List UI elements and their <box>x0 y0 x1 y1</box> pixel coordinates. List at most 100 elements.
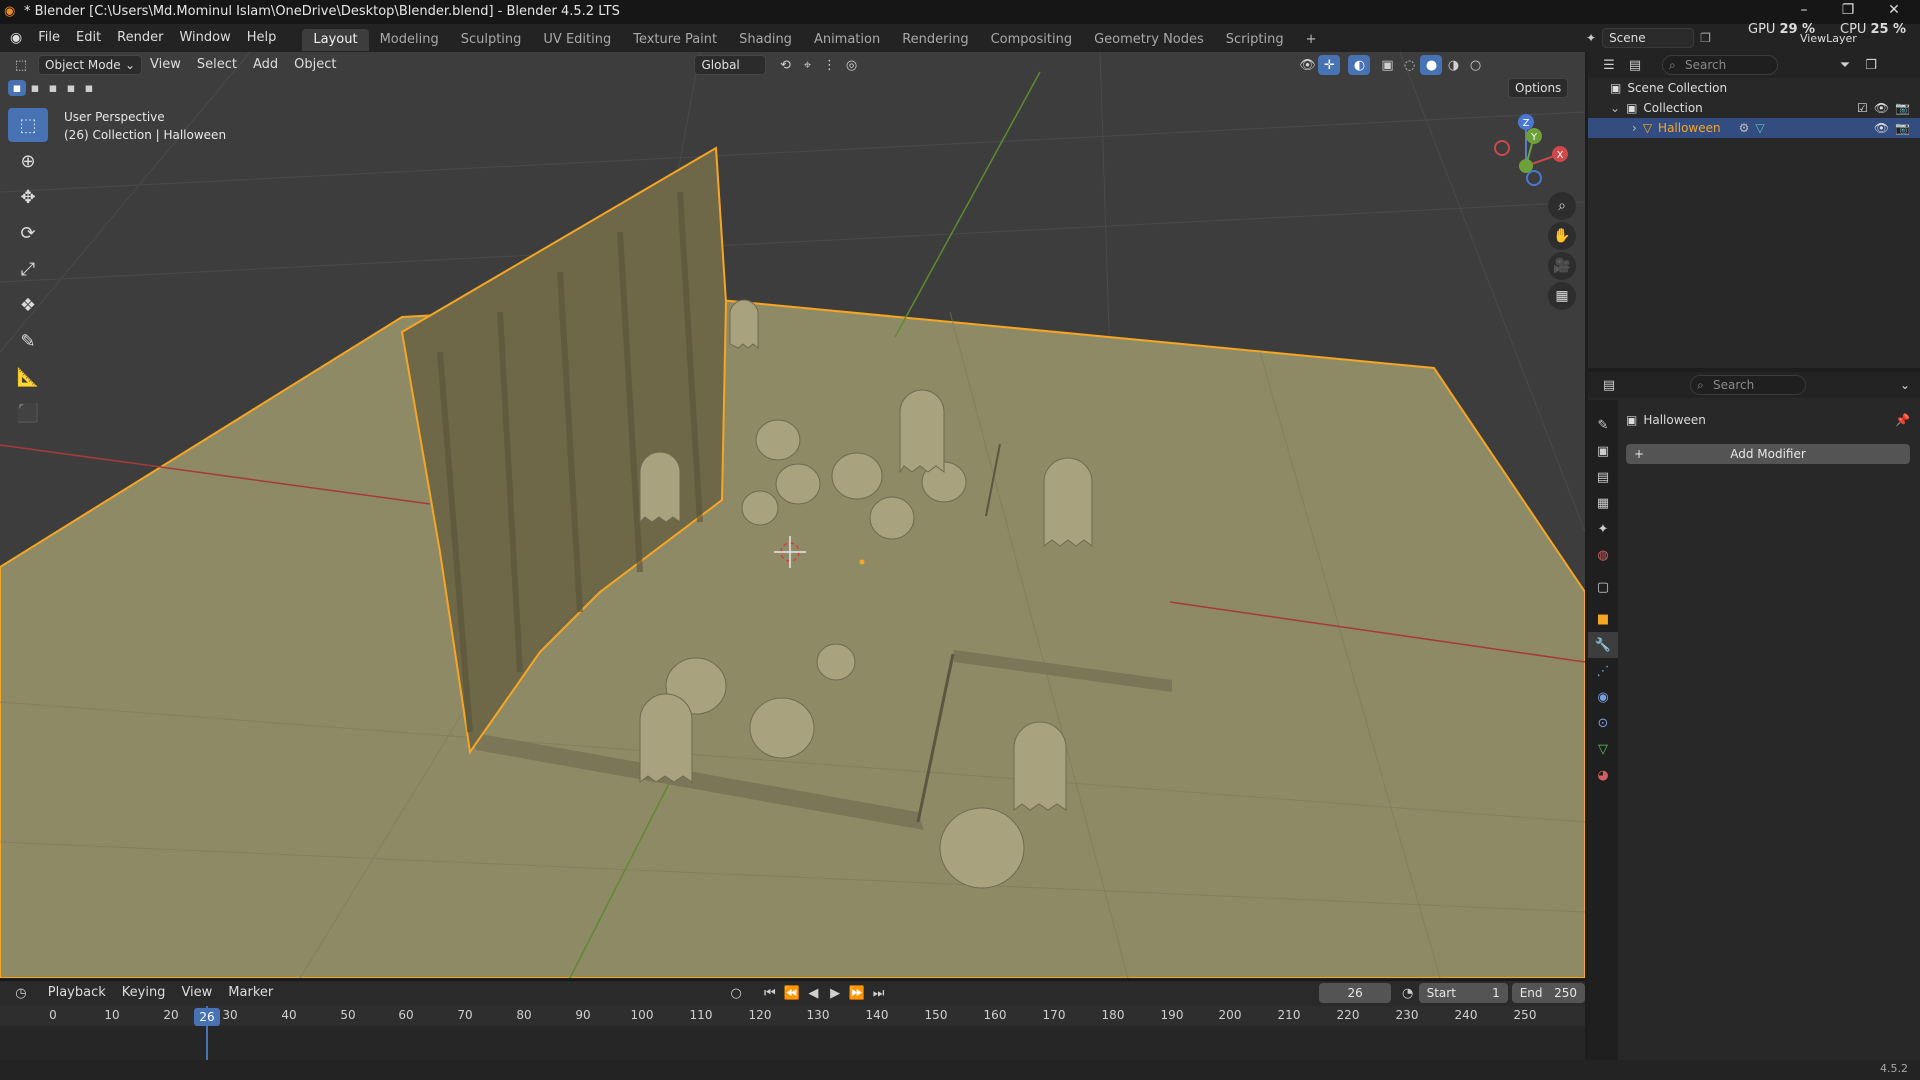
tab-geometry-nodes[interactable]: Geometry Nodes <box>1083 29 1215 51</box>
select-extend-icon[interactable]: ▪ <box>26 80 44 96</box>
tab-uv-editing[interactable]: UV Editing <box>532 29 622 51</box>
new-collection-icon[interactable]: ❐ <box>1860 55 1882 75</box>
visibility-eye-icon[interactable]: 👁 <box>1874 118 1889 138</box>
new-scene-icon[interactable]: ❐ <box>1700 31 1711 45</box>
timeline-editor-type-icon[interactable]: ◷ <box>10 983 32 1003</box>
viewport-menu-object[interactable]: Object <box>286 52 344 78</box>
tab-modeling[interactable]: Modeling <box>369 29 450 51</box>
cursor-tool-icon[interactable]: ⊕ <box>8 144 48 178</box>
select-new-icon[interactable]: ▪ <box>8 80 26 96</box>
timeline-ruler[interactable]: 0 10 20 30 40 50 60 70 80 90 100 110 120… <box>0 1006 1585 1026</box>
scene-name[interactable]: Scene <box>1602 28 1695 48</box>
snap-icon[interactable]: ⌖ <box>796 55 818 75</box>
pin-icon[interactable]: 📌 <box>1895 413 1910 427</box>
outliner-row-halloween[interactable]: › ▽ Halloween ⚙ ▽ 👁 📷 <box>1588 118 1920 138</box>
object-tab-icon[interactable]: ■ <box>1588 606 1618 632</box>
rendered-shading-icon[interactable]: ○ <box>1464 55 1486 75</box>
render-tab-icon[interactable]: ▣ <box>1588 438 1618 464</box>
pivot-icon[interactable]: ⟲ <box>774 55 796 75</box>
menu-render[interactable]: Render <box>109 24 171 52</box>
jump-start-icon[interactable]: ⏮ <box>759 983 781 1003</box>
move-tool-icon[interactable]: ✥ <box>8 180 48 214</box>
outliner-row-scene-collection[interactable]: ▣ Scene Collection <box>1588 78 1920 98</box>
tab-compositing[interactable]: Compositing <box>980 29 1084 51</box>
select-box-tool-icon[interactable]: ⬚ <box>8 108 48 142</box>
timeline-menu-keying[interactable]: Keying <box>114 980 174 1006</box>
expand-chevron-icon[interactable]: ⌄ <box>1610 98 1620 118</box>
menu-edit[interactable]: Edit <box>68 24 109 52</box>
tab-texture-paint[interactable]: Texture Paint <box>622 29 728 51</box>
output-tab-icon[interactable]: ▤ <box>1588 464 1618 490</box>
ground-plane[interactable] <box>0 298 1585 978</box>
world-tab-icon[interactable]: ◍ <box>1588 542 1618 568</box>
solid-shading-icon[interactable]: ● <box>1420 55 1443 75</box>
overlays-icon[interactable]: ◐ <box>1348 55 1371 75</box>
viewport-3d[interactable] <box>0 52 1585 978</box>
add-workspace-icon[interactable]: + <box>1295 29 1328 51</box>
properties-search-input[interactable]: ⌕ Search <box>1690 375 1806 395</box>
outliner-row-collection[interactable]: ⌄ ▣ Collection ☑ 👁 📷 <box>1588 98 1920 118</box>
pan-hand-icon[interactable]: ✋ <box>1548 222 1576 250</box>
physics-tab-icon[interactable]: ◉ <box>1588 684 1618 710</box>
tab-scripting[interactable]: Scripting <box>1215 29 1295 51</box>
options-button[interactable]: Options <box>1508 78 1569 98</box>
camera-view-icon[interactable]: 🎥 <box>1548 252 1576 280</box>
play-reverse-icon[interactable]: ◀ <box>802 983 824 1003</box>
outliner-search-input[interactable]: ⌕ Search <box>1662 55 1778 75</box>
viewport-menu-add[interactable]: Add <box>245 52 286 78</box>
next-keyframe-icon[interactable]: ⏩ <box>846 983 868 1003</box>
view-layer-name[interactable]: ViewLayer <box>1800 32 1857 45</box>
timeline-menu-playback[interactable]: Playback <box>40 980 114 1006</box>
viewport-menu-view[interactable]: View <box>142 52 189 78</box>
visibility-eye-icon[interactable]: 👁 <box>1874 98 1889 118</box>
select-intersect-icon[interactable]: ▪ <box>80 80 98 96</box>
tab-shading[interactable]: Shading <box>728 29 803 51</box>
jump-end-icon[interactable]: ⏭ <box>868 983 890 1003</box>
material-shading-icon[interactable]: ◑ <box>1442 55 1464 75</box>
timeline-menu-view[interactable]: View <box>173 980 220 1006</box>
outliner-editor-type-icon[interactable]: ☰ <box>1598 55 1620 75</box>
zoom-icon[interactable]: ⌕ <box>1548 192 1576 220</box>
data-tab-icon[interactable]: ▽ <box>1588 736 1618 762</box>
scale-tool-icon[interactable]: ⤢ <box>8 252 48 286</box>
orientation-dropdown[interactable]: Global <box>694 55 767 75</box>
material-tab-icon[interactable]: ◕ <box>1588 762 1618 788</box>
filter-icon[interactable]: ⏷ <box>1834 55 1856 75</box>
tab-animation[interactable]: Animation <box>803 29 891 51</box>
minimize-icon[interactable]: – <box>1784 2 1824 22</box>
navigation-gizmo[interactable]: Z Y X <box>1490 110 1570 194</box>
properties-editor-type-icon[interactable]: ▤ <box>1598 375 1620 395</box>
gizmo-toggle-icon[interactable]: ✛ <box>1318 55 1341 75</box>
restore-icon[interactable]: ❐ <box>1828 2 1868 22</box>
timeline-track[interactable] <box>0 1026 1585 1060</box>
constraints-tab-icon[interactable]: ⊙ <box>1588 710 1618 736</box>
annotate-tool-icon[interactable]: ✎ <box>8 324 48 358</box>
editor-type-icon[interactable]: ⬚ <box>10 55 32 75</box>
playhead-frame-label[interactable]: 26 <box>194 1008 220 1026</box>
add-modifier-button[interactable]: + Add Modifier <box>1626 444 1910 464</box>
select-invert-icon[interactable]: ▪ <box>62 80 80 96</box>
menu-window[interactable]: Window <box>171 24 238 52</box>
play-icon[interactable]: ▶ <box>824 983 846 1003</box>
render-camera-icon[interactable]: 📷 <box>1895 118 1910 138</box>
frame-range-clock-icon[interactable]: ◔ <box>1397 983 1419 1003</box>
particles-tab-icon[interactable]: ⋰ <box>1588 658 1618 684</box>
start-frame-field[interactable]: Start 1 <box>1418 983 1508 1003</box>
viewport-menu-select[interactable]: Select <box>189 52 245 78</box>
chevron-down-icon[interactable]: ⌄ <box>1900 378 1910 392</box>
xray-icon[interactable]: ▣ <box>1376 55 1398 75</box>
menu-help[interactable]: Help <box>239 24 285 52</box>
proportional-edit-icon[interactable]: ◎ <box>840 55 862 75</box>
scene-selector[interactable]: ✦ Scene ❐ <box>1586 26 1711 50</box>
tab-rendering[interactable]: Rendering <box>891 29 979 51</box>
add-cube-tool-icon[interactable]: ⬛ <box>8 396 48 430</box>
mode-dropdown[interactable]: Object Mode ⌄ <box>38 55 142 75</box>
prev-keyframe-icon[interactable]: ⏪ <box>781 983 803 1003</box>
select-subtract-icon[interactable]: ▪ <box>44 80 62 96</box>
scene-tab-icon[interactable]: ✦ <box>1588 516 1618 542</box>
wireframe-shading-icon[interactable]: ◌ <box>1398 55 1420 75</box>
current-frame-field[interactable]: 26 <box>1319 983 1391 1003</box>
tab-layout[interactable]: Layout <box>302 28 369 51</box>
ortho-toggle-icon[interactable]: ▦ <box>1548 282 1576 310</box>
snap-target-icon[interactable]: ⋮ <box>818 55 840 75</box>
